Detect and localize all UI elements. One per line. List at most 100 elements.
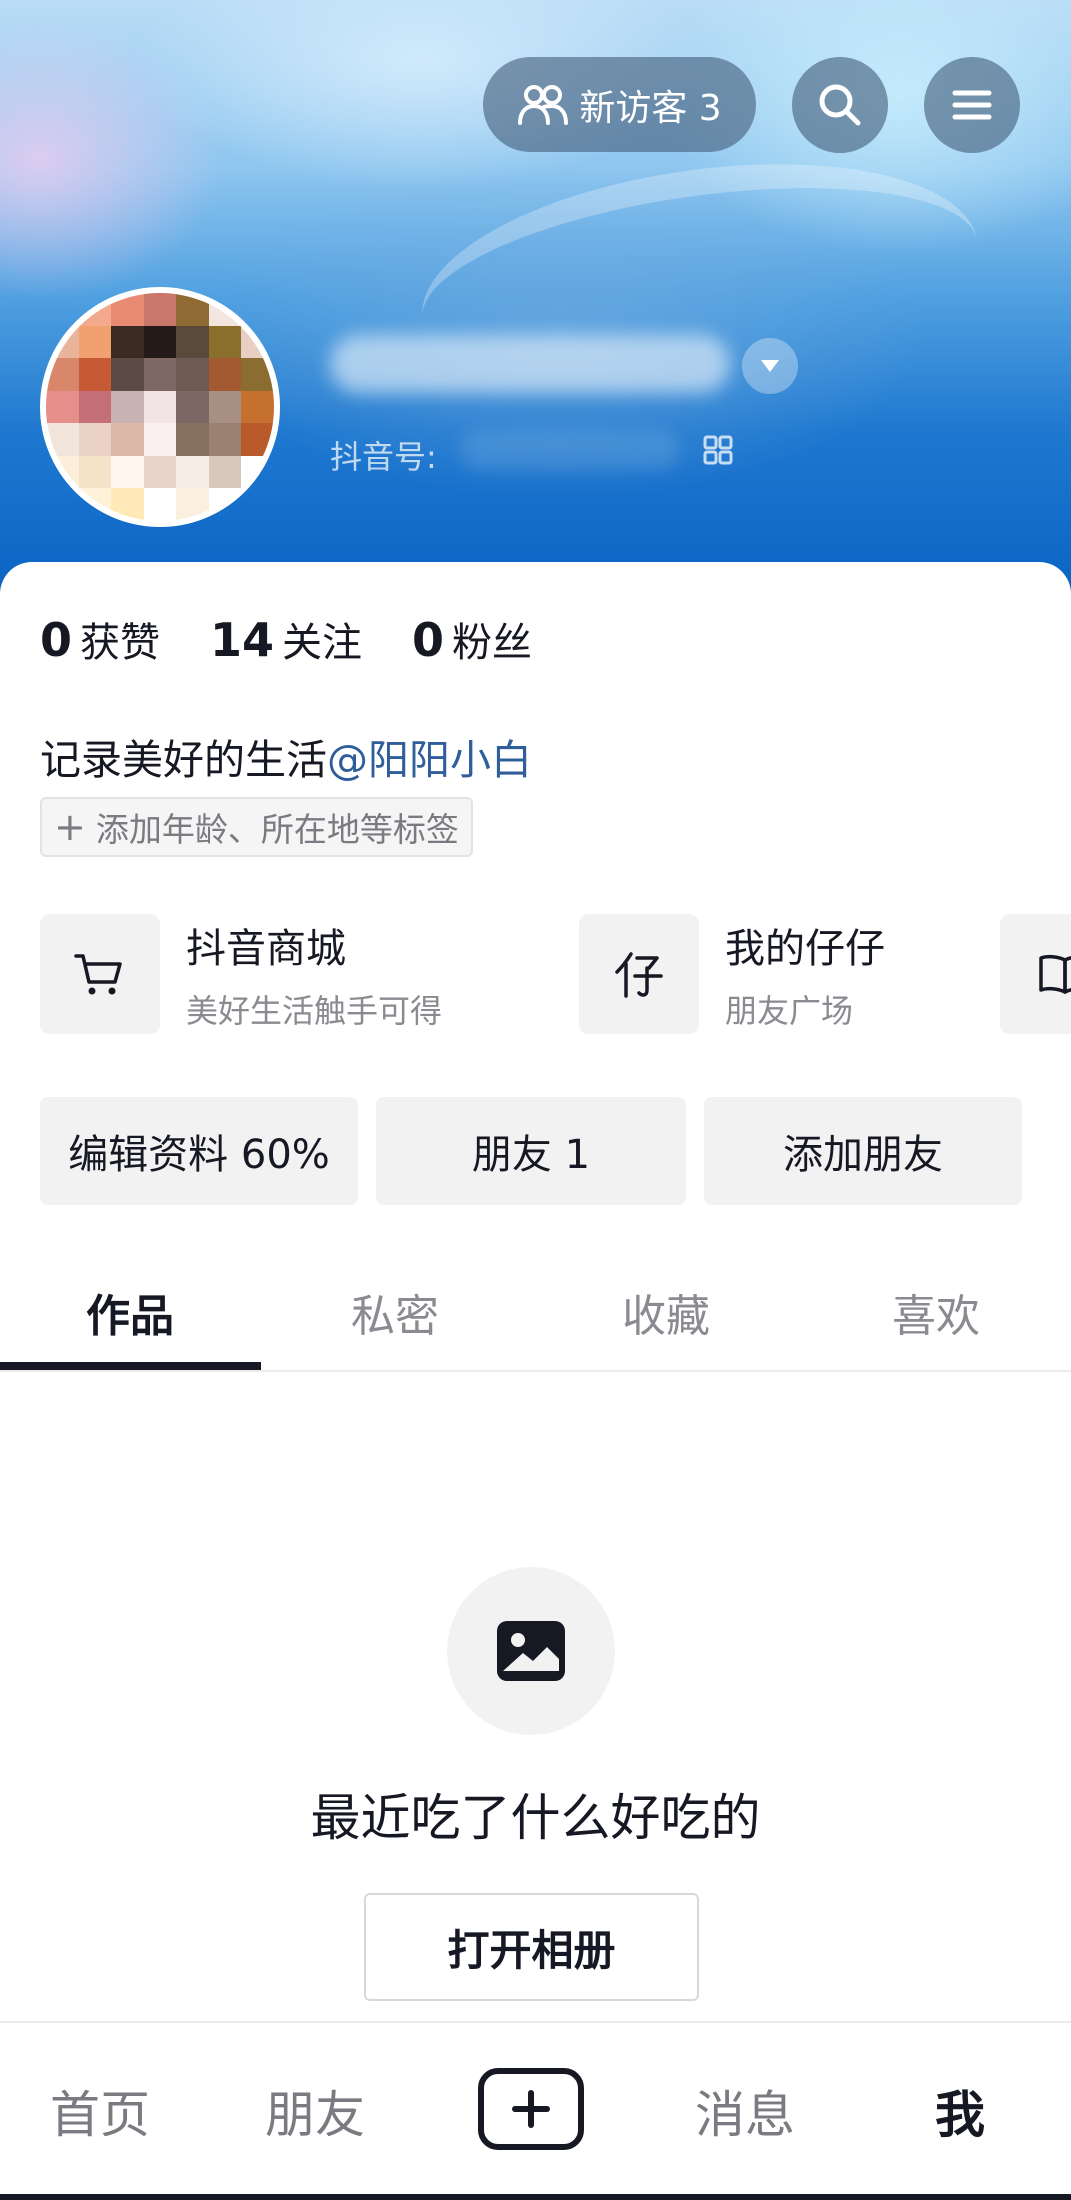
more-service-entry[interactable] <box>1000 914 1071 1034</box>
profile-content: 0 获赞 14 关注 0 粉丝 记录美好的生活@阳阳小白 + 添加年龄、所在地等… <box>0 562 1071 2022</box>
system-bottom-bar <box>0 2194 1071 2200</box>
avatar-pixel <box>111 455 144 489</box>
avatar-pixel <box>176 358 209 391</box>
avatar-pixel <box>143 358 177 391</box>
create-button[interactable] <box>478 2068 584 2150</box>
my-zaizai-entry[interactable]: 我的仔仔 朋友广场 <box>579 914 885 1034</box>
avatar-pixel <box>241 423 274 456</box>
plus-icon <box>512 2090 550 2128</box>
add-friends-button[interactable]: 添加朋友 <box>704 1097 1022 1205</box>
menu-button[interactable] <box>924 57 1020 153</box>
username-blurred <box>330 335 730 393</box>
avatar-pixel <box>78 325 112 359</box>
avatar-pixel <box>78 390 112 424</box>
avatar-pixel <box>111 488 144 521</box>
avatar-pixel <box>143 488 177 521</box>
avatar-pixel <box>176 293 209 326</box>
people-icon <box>518 84 569 125</box>
avatar-pixel <box>241 358 274 391</box>
avatar-pixel <box>143 390 177 424</box>
avatar-pixel <box>46 423 79 456</box>
edit-profile-button[interactable]: 编辑资料 60% <box>40 1097 358 1205</box>
hamburger-menu-icon <box>952 90 992 120</box>
avatar-pixel <box>143 325 177 359</box>
service-subtitle: 朋友广场 <box>725 992 854 1030</box>
search-icon <box>819 84 861 126</box>
stat-followers[interactable]: 0 粉丝 <box>412 610 532 668</box>
avatar[interactable] <box>40 287 280 527</box>
service-icon-box <box>579 914 699 1034</box>
stat-value: 0 <box>40 613 73 667</box>
avatar-pixel <box>241 390 274 424</box>
stat-value: 0 <box>412 613 445 667</box>
avatar-pixel <box>111 358 144 391</box>
bio-text: 记录美好的生活 <box>40 736 327 784</box>
new-visitors-button[interactable]: 新访客 3 <box>483 57 756 152</box>
avatar-pixel <box>78 423 112 456</box>
profile-bio: 记录美好的生活@阳阳小白 <box>40 726 532 786</box>
tab-favorites[interactable]: 收藏 <box>536 1252 796 1372</box>
triangle-down-icon <box>761 360 779 372</box>
add-tags-button[interactable]: + 添加年龄、所在地等标签 <box>40 797 473 857</box>
shopping-cart-icon <box>74 954 122 995</box>
empty-state-message: 最近吃了什么好吃的 <box>310 1789 761 1847</box>
service-icon-box <box>1000 914 1071 1034</box>
search-button[interactable] <box>792 57 888 153</box>
douyin-mall-entry[interactable]: 抖音商城 美好生活触手可得 <box>40 914 442 1034</box>
account-switch-button[interactable] <box>742 338 798 394</box>
stat-label: 获赞 <box>80 620 161 666</box>
add-tags-label: 添加年龄、所在地等标签 <box>95 810 459 849</box>
avatar-pixel <box>176 325 209 359</box>
nav-messages[interactable]: 消息 <box>665 2023 825 2198</box>
avatar-pixel <box>143 293 177 326</box>
avatar-pixel <box>111 325 144 359</box>
stat-following[interactable]: 14 关注 <box>210 610 362 668</box>
avatar-pixel <box>208 455 242 489</box>
tab-works[interactable]: 作品 <box>0 1252 260 1372</box>
avatar-pixel <box>208 358 242 391</box>
nav-home[interactable]: 首页 <box>20 2023 180 2198</box>
nav-me[interactable]: 我 <box>880 2023 1040 2198</box>
image-icon <box>497 1621 565 1681</box>
avatar-pixel <box>143 455 177 489</box>
avatar-pixel <box>78 455 112 489</box>
service-icon-box <box>40 914 160 1034</box>
bottom-navigation: 首页 朋友 消息 我 <box>0 2021 1071 2200</box>
avatar-pixel <box>176 390 209 424</box>
profile-stats: 0 获赞 14 关注 0 粉丝 <box>40 610 532 668</box>
tab-likes[interactable]: 喜欢 <box>806 1252 1066 1372</box>
stat-label: 粉丝 <box>452 620 533 666</box>
book-icon <box>1039 954 1071 994</box>
douyin-id-label: 抖音号: <box>330 438 437 476</box>
bio-mention-link[interactable]: @阳阳小白 <box>327 736 532 784</box>
new-visitors-label: 新访客 3 <box>579 87 722 129</box>
qr-code-icon[interactable] <box>702 434 734 466</box>
nav-friends[interactable]: 朋友 <box>235 2023 395 2198</box>
avatar-pixel <box>208 325 242 359</box>
avatar-pixel <box>46 390 79 424</box>
open-album-button[interactable]: 打开相册 <box>364 1893 699 2001</box>
avatar-pixel <box>111 293 144 326</box>
stat-likes[interactable]: 0 获赞 <box>40 610 160 668</box>
avatar-pixel <box>111 423 144 456</box>
tab-private[interactable]: 私密 <box>265 1252 525 1372</box>
active-tab-indicator <box>0 1362 261 1370</box>
avatar-pixel <box>176 488 209 521</box>
avatar-image <box>46 293 274 521</box>
avatar-pixel <box>176 455 209 489</box>
douyin-id-blurred <box>460 430 680 470</box>
avatar-pixel <box>176 423 209 456</box>
service-title: 我的仔仔 <box>725 926 885 972</box>
friends-button[interactable]: 朋友 1 <box>376 1097 686 1205</box>
avatar-pixel <box>208 390 242 424</box>
zaizai-icon <box>615 952 663 998</box>
content-tabs: 作品 私密 收藏 喜欢 <box>0 1252 1071 1372</box>
avatar-pixel <box>208 423 242 456</box>
stat-value: 14 <box>210 613 275 667</box>
empty-state-icon-wrapper <box>447 1567 615 1735</box>
stat-label: 关注 <box>282 620 363 666</box>
plus-icon: + <box>54 805 86 849</box>
avatar-pixel <box>111 390 144 424</box>
avatar-pixel <box>46 358 79 391</box>
avatar-pixel <box>143 423 177 456</box>
